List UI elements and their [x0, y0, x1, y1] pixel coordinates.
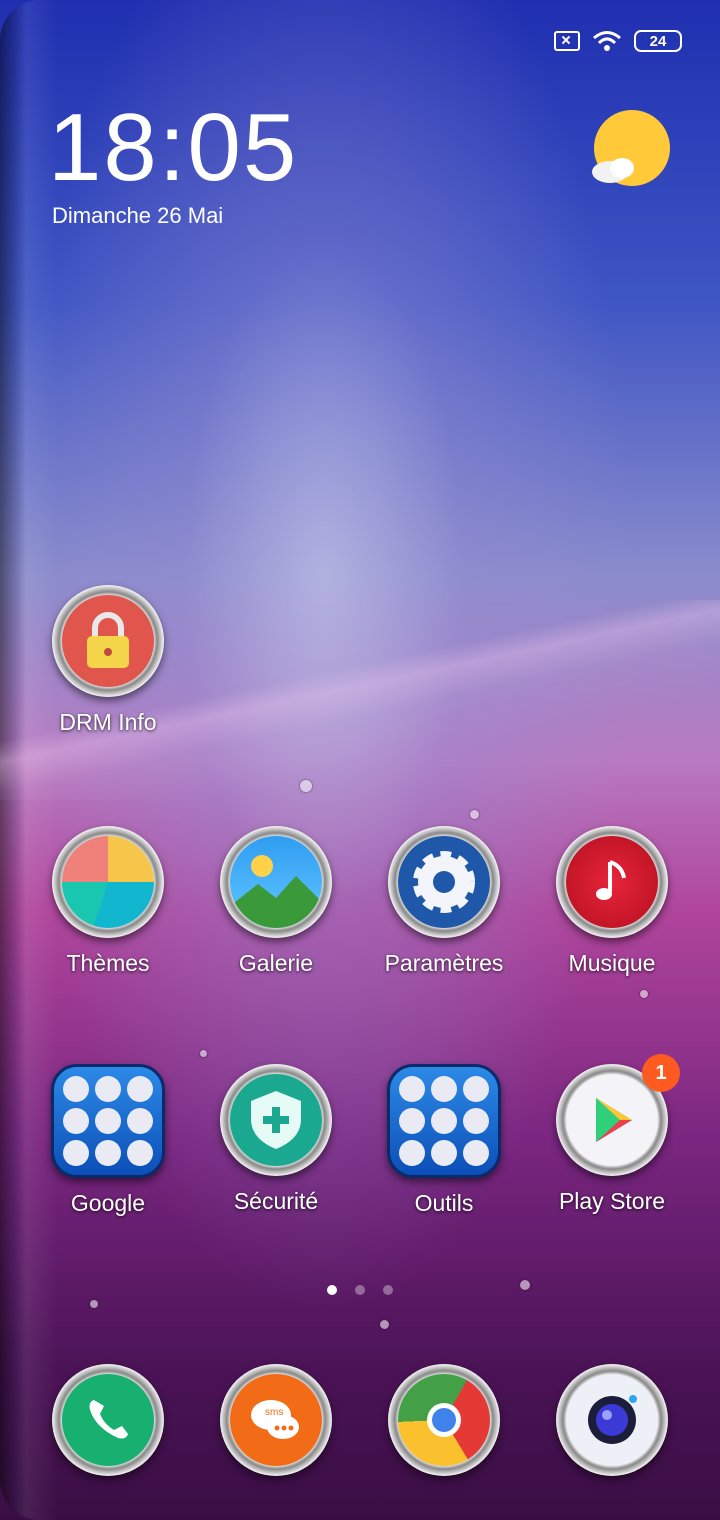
page-dot[interactable] — [355, 1285, 365, 1295]
sun-cloud-icon[interactable] — [590, 110, 674, 194]
bubble — [90, 1300, 98, 1308]
music-note-icon — [556, 826, 668, 938]
bubble — [380, 1320, 389, 1329]
dock-messages[interactable]: sms — [196, 1364, 356, 1476]
app-gallery[interactable]: Galerie — [196, 826, 356, 977]
mini-app-icon — [399, 1076, 425, 1102]
mini-app-icon — [399, 1140, 425, 1166]
app-play-store[interactable]: 1 Play Store — [532, 1054, 692, 1215]
mini-app-icon — [463, 1140, 489, 1166]
folder-icon — [387, 1064, 501, 1178]
app-label: DRM Info — [59, 709, 157, 735]
sms-icon: sms — [220, 1364, 332, 1476]
app-label: Sécurité — [233, 1188, 319, 1214]
bubble — [470, 810, 479, 819]
notification-badge: 1 — [642, 1054, 680, 1092]
clock-time[interactable]: 18:05 — [48, 100, 298, 196]
app-drm-info[interactable]: DRM Info — [28, 585, 188, 736]
landscape-icon — [220, 826, 332, 938]
dock-chrome[interactable] — [364, 1364, 524, 1476]
mini-app-icon — [127, 1108, 153, 1134]
bubble — [300, 780, 312, 792]
app-settings[interactable]: Paramètres — [364, 826, 524, 977]
mini-app-icon — [127, 1076, 153, 1102]
sms-text: sms — [265, 1407, 283, 1418]
themes-icon — [52, 826, 164, 938]
mini-app-icon — [95, 1076, 121, 1102]
mini-app-icon — [127, 1140, 153, 1166]
mini-app-icon — [63, 1140, 89, 1166]
lock-icon — [52, 585, 164, 697]
app-google-folder[interactable]: Google — [28, 1064, 188, 1217]
chrome-icon — [388, 1364, 500, 1476]
dock-camera[interactable] — [532, 1364, 692, 1476]
app-label: Galerie — [238, 950, 314, 976]
battery-icon: 24 — [634, 30, 682, 52]
app-tools-folder[interactable]: Outils — [364, 1064, 524, 1217]
app-label: Paramètres — [384, 950, 504, 976]
mini-app-icon — [431, 1076, 457, 1102]
app-label: Play Store — [558, 1188, 666, 1214]
page-dot[interactable] — [383, 1285, 393, 1295]
page-dot[interactable] — [327, 1285, 337, 1295]
mini-app-icon — [431, 1140, 457, 1166]
mini-app-icon — [463, 1108, 489, 1134]
app-label: Thèmes — [66, 950, 150, 976]
app-music[interactable]: Musique — [532, 826, 692, 977]
mini-app-icon — [399, 1108, 425, 1134]
mini-app-icon — [463, 1076, 489, 1102]
mini-app-icon — [63, 1108, 89, 1134]
no-sim-icon — [554, 31, 580, 51]
mini-app-icon — [63, 1076, 89, 1102]
app-label: Musique — [568, 950, 656, 976]
mini-app-icon — [431, 1108, 457, 1134]
dock-phone[interactable] — [28, 1364, 188, 1476]
app-label: Outils — [414, 1190, 474, 1216]
camera-icon — [556, 1364, 668, 1476]
gear-icon — [388, 826, 500, 938]
phone-icon — [52, 1364, 164, 1476]
mini-app-icon — [95, 1140, 121, 1166]
folder-icon — [51, 1064, 165, 1178]
app-security[interactable]: Sécurité — [196, 1064, 356, 1215]
status-bar: 24 — [554, 30, 682, 52]
clock-date[interactable]: Dimanche 26 Mai — [52, 203, 223, 229]
app-themes[interactable]: Thèmes — [28, 826, 188, 977]
app-label: Google — [70, 1190, 146, 1216]
mini-app-icon — [95, 1108, 121, 1134]
bubble — [200, 1050, 207, 1057]
bubble — [640, 990, 648, 998]
wifi-icon — [593, 31, 621, 51]
page-indicator[interactable] — [0, 1285, 720, 1295]
shield-icon — [220, 1064, 332, 1176]
